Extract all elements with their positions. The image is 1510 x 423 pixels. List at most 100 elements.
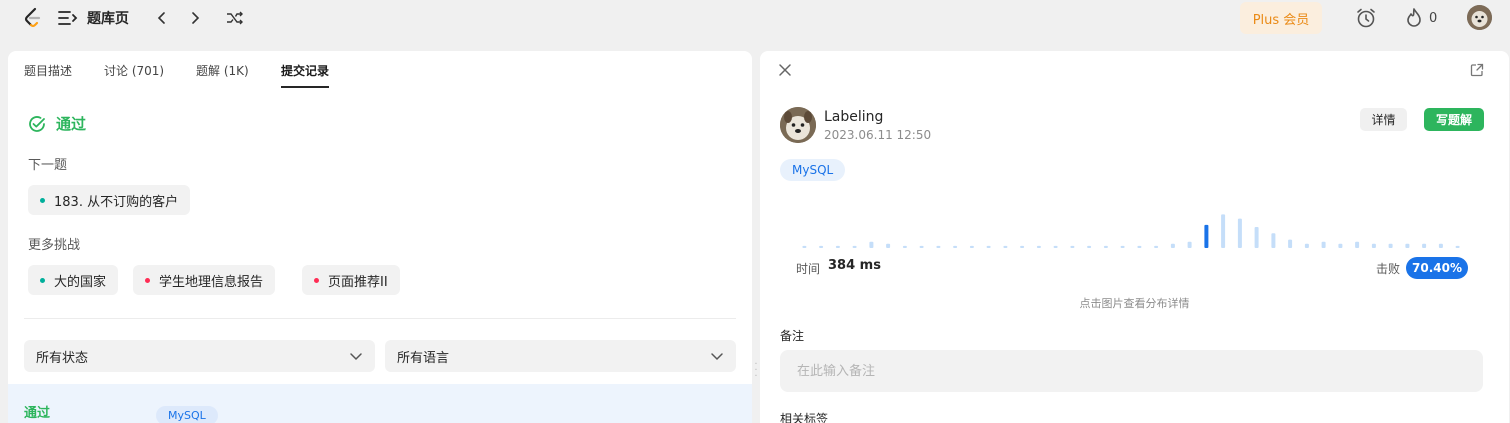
chart-bar — [1036, 245, 1041, 248]
chart-bar — [869, 241, 874, 248]
next-problem-label: 下一题 — [28, 158, 68, 173]
chart-bar — [1355, 241, 1360, 248]
runtime-label: 时间 — [796, 262, 821, 276]
chart-bar — [1020, 245, 1025, 248]
plus-member-button[interactable]: Plus 会员 — [1240, 2, 1322, 34]
chart-bar — [852, 245, 857, 248]
chart-bar — [1137, 245, 1142, 248]
beats-percentage-badge: 70.40% — [1406, 257, 1468, 279]
chart-bar — [1154, 245, 1159, 248]
submission-row[interactable]: 通过 MySQL — [8, 384, 752, 423]
alarm-clock-icon[interactable] — [1355, 7, 1377, 29]
streak-count: 0 — [1429, 10, 1438, 26]
chart-bar — [1087, 245, 1092, 248]
chart-bar — [1070, 245, 1075, 248]
problem-bank-title[interactable]: 题库页 — [87, 9, 129, 27]
streak-fire-icon[interactable] — [1404, 7, 1424, 29]
submission-status: 通过 — [24, 406, 51, 421]
chart-bar — [1304, 243, 1309, 248]
challenge-chip[interactable]: 学生地理信息报告 — [133, 265, 276, 295]
chart-bar — [1221, 214, 1226, 248]
chart-bar — [1455, 245, 1460, 248]
submission-language-badge: MySQL — [156, 406, 218, 423]
problem-tabs: 题目描述 讨论 (701) 题解 (1K) 提交记录 — [8, 51, 752, 89]
prev-problem-icon[interactable] — [155, 9, 169, 27]
chart-bar — [1388, 243, 1393, 248]
status-filter-value: 所有状态 — [36, 350, 89, 366]
more-challenges-label: 更多挑战 — [28, 238, 81, 253]
user-avatar[interactable] — [1467, 5, 1492, 30]
chart-bar — [936, 245, 941, 248]
author-avatar[interactable] — [780, 107, 816, 143]
check-circle-icon — [28, 115, 46, 133]
chart-bar-current — [1204, 224, 1209, 248]
runtime-value: 384 ms — [828, 258, 881, 273]
challenge-title: 学生地理信息报告 — [159, 274, 264, 290]
language-filter-select[interactable]: 所有语言 — [385, 340, 736, 372]
chart-bar — [819, 245, 824, 248]
chart-bar — [919, 245, 924, 248]
difficulty-dot — [314, 277, 319, 283]
note-label: 备注 — [780, 329, 805, 343]
next-problem-icon[interactable] — [188, 9, 202, 27]
chart-bar — [969, 245, 974, 248]
difficulty-dot — [40, 277, 45, 283]
next-problem-title: 183. 从不订购的客户 — [54, 194, 179, 210]
challenge-chip[interactable]: 大的国家 — [28, 265, 119, 295]
close-icon[interactable] — [778, 62, 792, 76]
chart-bar — [886, 243, 891, 248]
chart-bar — [1254, 227, 1259, 248]
left-panel: 题目描述 讨论 (701) 题解 (1K) 提交记录 通过 下一题 183. 从… — [8, 51, 752, 423]
tab-solutions[interactable]: 题解 (1K) — [196, 62, 249, 78]
top-bar: 题库页 Plus 会员 0 — [0, 0, 1510, 43]
result-status: 通过 — [28, 113, 86, 134]
language-filter-value: 所有语言 — [397, 350, 450, 366]
submission-datetime: 2023.06.11 12:50 — [824, 128, 932, 142]
chevron-down-icon — [710, 349, 724, 363]
active-tab-underline — [281, 86, 329, 88]
chart-bar — [1288, 239, 1293, 248]
chart-hint: 点击图片查看分布详情 — [1079, 297, 1190, 310]
chart-bar — [1053, 245, 1058, 248]
chart-bar — [953, 245, 958, 248]
shuffle-icon[interactable] — [226, 10, 244, 26]
chart-bar — [1187, 241, 1192, 248]
chart-bar — [1371, 243, 1376, 248]
challenge-title: 页面推荐II — [328, 274, 388, 290]
chart-bar — [1271, 233, 1276, 248]
language-badge: MySQL — [780, 159, 846, 181]
chart-bar — [1438, 243, 1443, 248]
status-filter-select[interactable]: 所有状态 — [24, 340, 375, 372]
chart-bar — [1338, 243, 1343, 248]
open-external-icon[interactable] — [1470, 62, 1484, 77]
author-username[interactable]: Labeling — [824, 109, 883, 125]
beats-label: 击败 — [1376, 262, 1401, 276]
details-button[interactable]: 详情 — [1360, 108, 1407, 131]
chart-bar — [1422, 243, 1427, 248]
chart-bar — [835, 245, 840, 248]
chart-bar — [1003, 245, 1008, 248]
problem-list-icon[interactable] — [58, 9, 78, 27]
chart-bar — [1170, 243, 1175, 248]
challenge-chip[interactable]: 页面推荐II — [302, 265, 400, 295]
panel-resize-handle[interactable]: · · · — [753, 360, 759, 382]
write-solution-button[interactable]: 写题解 — [1424, 108, 1484, 131]
challenge-title: 大的国家 — [54, 274, 107, 290]
related-tags-label: 相关标签 — [780, 412, 829, 423]
tab-discussion[interactable]: 讨论 (701) — [104, 62, 164, 78]
runtime-distribution-chart[interactable] — [796, 203, 1466, 251]
tab-submissions[interactable]: 提交记录 — [281, 62, 329, 78]
chart-bar — [1405, 243, 1410, 248]
next-problem-chip[interactable]: 183. 从不订购的客户 — [28, 185, 191, 215]
chart-bar — [1237, 218, 1242, 248]
chart-bar — [1120, 245, 1125, 248]
tab-description[interactable]: 题目描述 — [24, 62, 72, 78]
pass-text: 通过 — [56, 115, 87, 133]
leetcode-logo-icon[interactable] — [22, 7, 44, 29]
chevron-down-icon — [349, 349, 363, 363]
difficulty-dot — [40, 197, 45, 203]
difficulty-dot — [145, 277, 150, 283]
chart-bar — [986, 245, 991, 248]
section-divider — [24, 318, 736, 319]
note-input[interactable] — [780, 350, 1483, 392]
